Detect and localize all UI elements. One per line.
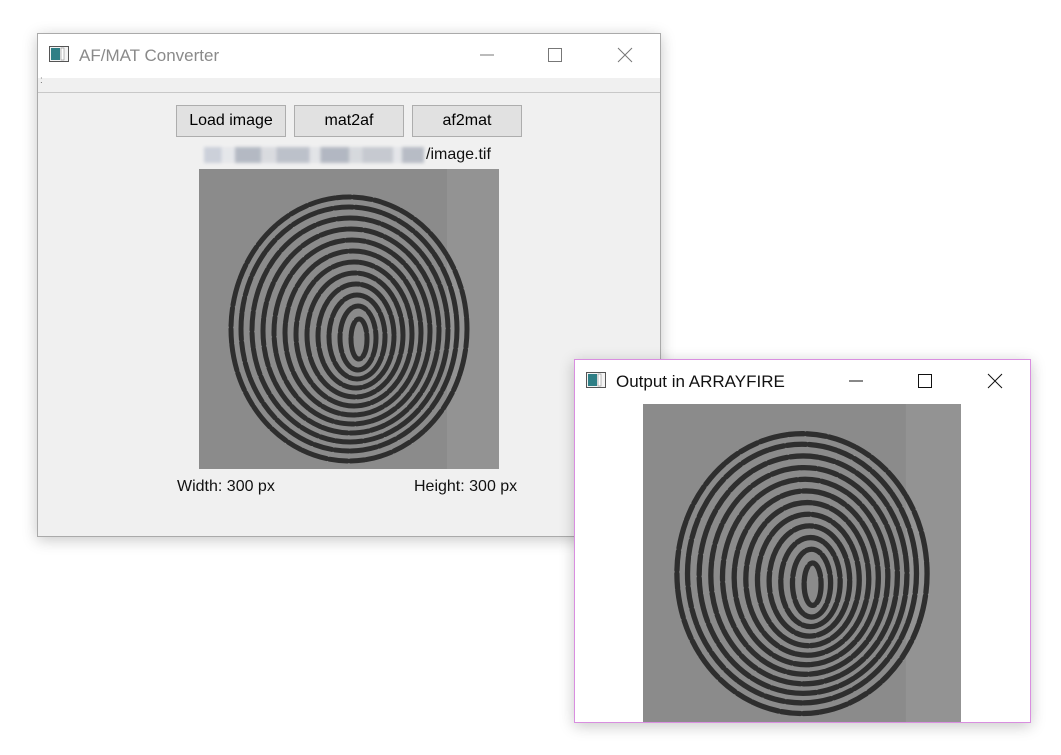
file-path-suffix: /image.tif	[426, 146, 491, 163]
menu-bar: :	[38, 75, 660, 93]
maximize-button[interactable]	[902, 368, 948, 394]
close-button[interactable]	[602, 42, 648, 68]
output-image	[643, 404, 961, 722]
main-window: AF/MAT Converter : Load image mat2af af2…	[37, 33, 661, 537]
close-button[interactable]	[972, 368, 1018, 394]
app-icon	[49, 46, 69, 62]
file-path-label: /image.tif	[204, 145, 491, 165]
height-label: Height: 300 px	[414, 478, 518, 495]
input-image	[199, 169, 499, 469]
title-bar[interactable]: AF/MAT Converter	[38, 34, 660, 78]
mat2af-button[interactable]: mat2af	[294, 105, 404, 137]
redacted-path	[204, 147, 424, 163]
close-icon	[617, 47, 633, 63]
menu-grip[interactable]: :	[40, 75, 43, 86]
window-title: Output in ARRAYFIRE	[616, 372, 785, 391]
title-bar[interactable]: Output in ARRAYFIRE	[575, 360, 1030, 404]
minimize-icon	[480, 54, 494, 56]
minimize-button[interactable]	[833, 368, 879, 394]
window-title: AF/MAT Converter	[79, 46, 220, 65]
width-label: Width: 300 px	[177, 478, 275, 495]
minimize-icon	[849, 380, 863, 382]
maximize-button[interactable]	[532, 42, 578, 68]
load-image-button[interactable]: Load image	[176, 105, 286, 137]
af2mat-button[interactable]: af2mat	[412, 105, 522, 137]
minimize-button[interactable]	[464, 42, 510, 68]
app-icon	[586, 372, 606, 388]
output-window: Output in ARRAYFIRE	[574, 359, 1031, 723]
close-icon	[987, 373, 1003, 389]
maximize-icon	[918, 374, 932, 388]
maximize-icon	[548, 48, 562, 62]
fingerprint-image	[643, 404, 961, 722]
fingerprint-image	[199, 169, 499, 469]
